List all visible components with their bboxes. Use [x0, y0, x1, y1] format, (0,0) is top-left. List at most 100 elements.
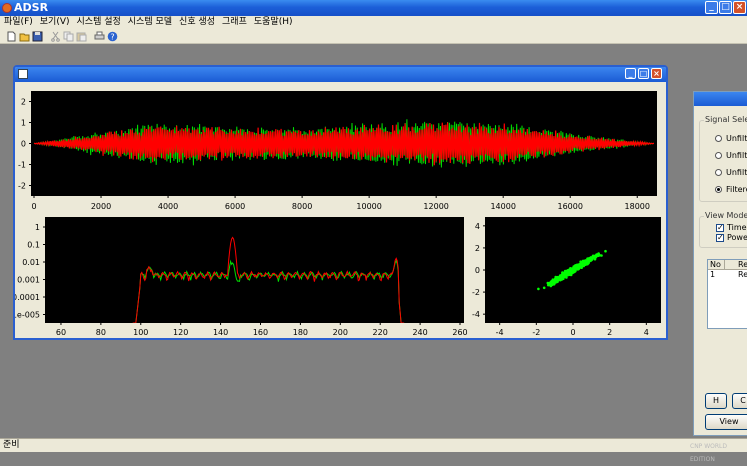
- list-header-result[interactable]: Re: [724, 260, 747, 270]
- spectrum-x-tick-label: 120: [173, 328, 188, 337]
- time-x-tick-label: 14000: [490, 202, 515, 211]
- scatter-x-tick-label: -4: [496, 328, 504, 337]
- radio-unfiltered-1[interactable]: [715, 135, 722, 142]
- open-icon[interactable]: [19, 31, 30, 42]
- spectrum-x-tick-label: 220: [373, 328, 388, 337]
- spectrum-plot-axes: 60 80 100 120 140 160 180 200 220 240 26010.10.010…: [15, 223, 468, 337]
- child-minimize-button[interactable]: _: [625, 68, 636, 79]
- radio-label-1: Unfilter: [726, 134, 747, 143]
- checkbox-time-history[interactable]: ✓: [716, 224, 724, 232]
- radio-label-4: Filtered: [726, 185, 747, 194]
- spectrum-x-tick-label: 60: [56, 328, 66, 337]
- radio-label-3: Unfilter: [726, 168, 747, 177]
- time-x-tick-label: 4000: [158, 202, 178, 211]
- app-title-bar: ADSR: [0, 0, 747, 16]
- new-icon[interactable]: [6, 31, 17, 42]
- scatter-y-tick-label: 2: [475, 244, 480, 253]
- window-icon: [18, 69, 28, 79]
- spectrum-y-tick-label: 1e-005: [15, 311, 40, 320]
- view-button[interactable]: View: [705, 414, 747, 430]
- spectrum-x-tick-label: 180: [293, 328, 308, 337]
- list-item-no: 1: [710, 270, 716, 279]
- copy-icon[interactable]: [63, 31, 74, 42]
- scatter-plot-axes: -4 -2 0 2 4 4 2 0 -2 -4: [472, 222, 649, 337]
- paste-icon[interactable]: [76, 31, 87, 42]
- menu-bar: 파일(F) 보기(V) 시스템 설정 시스템 모델 신호 생성 그래프 도움말(H): [0, 16, 747, 29]
- list-header: No Re: [708, 260, 747, 270]
- control-panel: Signal Selecti Unfilter Unfilter Unfilte…: [693, 91, 747, 436]
- cut-icon[interactable]: [50, 31, 61, 42]
- menu-signal-generation[interactable]: 신호 생성: [175, 16, 218, 29]
- scatter-y-tick-label: 4: [475, 222, 480, 231]
- spectrum-x-tick-label: 80: [96, 328, 106, 337]
- list-header-no[interactable]: No: [710, 260, 721, 270]
- time-x-tick-label: 12000: [423, 202, 448, 211]
- svg-text:?: ?: [110, 33, 114, 42]
- spectrum-y-tick-label: 0.01: [22, 258, 40, 267]
- maximize-button[interactable]: □: [719, 1, 732, 14]
- app-icon: [2, 3, 12, 13]
- scatter-x-tick-label: 4: [644, 328, 649, 337]
- menu-help[interactable]: 도움말(H): [250, 16, 296, 29]
- print-icon[interactable]: [94, 31, 105, 42]
- spectrum-x-tick-label: 200: [333, 328, 348, 337]
- spectrum-y-tick-label: 0.001: [17, 276, 40, 285]
- scatter-x-tick-label: 0: [570, 328, 575, 337]
- h-button[interactable]: H: [705, 393, 727, 409]
- time-plot-axes: 0 2000 4000 6000 8000 10000 12000 14000 16000 180…: [18, 98, 650, 212]
- signal-selection-title: Signal Selecti: [704, 115, 747, 124]
- view-mode-group: View Mode: [699, 211, 747, 248]
- scatter-x-tick-label: -2: [532, 328, 540, 337]
- menu-view[interactable]: 보기(V): [36, 16, 73, 29]
- time-x-tick-label: 10000: [356, 202, 381, 211]
- time-y-tick-label: -2: [18, 182, 26, 191]
- list-item[interactable]: 1 Re: [708, 270, 747, 280]
- radio-unfiltered-2[interactable]: [715, 152, 722, 159]
- time-x-tick-label: 8000: [292, 202, 312, 211]
- scatter-y-tick-label: -2: [472, 288, 480, 297]
- status-bar: 준비 CNP WORLD EDITION: [0, 438, 747, 463]
- time-y-tick-label: -1: [18, 161, 26, 170]
- menu-file[interactable]: 파일(F): [0, 16, 36, 29]
- time-y-tick-label: 1: [21, 119, 26, 128]
- menu-graph[interactable]: 그래프: [218, 16, 250, 29]
- close-button[interactable]: ×: [733, 1, 746, 14]
- time-y-tick-label: 0: [21, 140, 26, 149]
- menu-system-settings[interactable]: 시스템 설정: [73, 16, 124, 29]
- app-title: ADSR: [14, 1, 49, 14]
- time-x-tick-label: 6000: [225, 202, 245, 211]
- spectrum-x-tick-label: 160: [253, 328, 268, 337]
- minimize-button[interactable]: _: [705, 1, 718, 14]
- list-item-result: Re: [738, 270, 747, 279]
- radio-label-2: Unfilter: [726, 151, 747, 160]
- child-maximize-button[interactable]: □: [638, 68, 649, 79]
- save-icon[interactable]: [32, 31, 43, 42]
- time-x-tick-label: 2000: [91, 202, 111, 211]
- spectrum-x-tick-label: 240: [412, 328, 427, 337]
- check-label-power: Power S: [727, 233, 747, 242]
- spectrum-x-tick-label: 140: [213, 328, 228, 337]
- c-button[interactable]: C: [732, 393, 747, 409]
- help-icon[interactable]: ?: [107, 31, 118, 42]
- scatter-x-tick-label: 2: [607, 328, 612, 337]
- child-close-button[interactable]: ×: [651, 68, 662, 79]
- check-label-time: Time Ho: [727, 223, 747, 232]
- time-x-tick-label: 0: [31, 202, 36, 211]
- view-mode-title: View Mode: [704, 211, 747, 220]
- time-y-tick-label: 2: [21, 98, 26, 107]
- time-x-tick-label: 16000: [557, 202, 582, 211]
- result-list[interactable]: No Re 1 Re: [707, 259, 747, 329]
- spectrum-y-tick-label: 1: [35, 223, 40, 232]
- menu-system-model[interactable]: 시스템 모델: [124, 16, 175, 29]
- radio-filtered[interactable]: [715, 186, 722, 193]
- checkbox-power-spectrum[interactable]: ✓: [716, 234, 724, 242]
- plot-window: _ □ × 0 2000 4000 6000 8000 10000 12000 14000 16…: [13, 65, 668, 340]
- toolbar: ?: [0, 29, 747, 44]
- control-panel-titlebar[interactable]: [694, 92, 747, 106]
- spectrum-y-tick-label: 0.1: [27, 241, 40, 250]
- status-text: 준비: [3, 440, 20, 450]
- time-x-tick-label: 18000: [625, 202, 650, 211]
- radio-unfiltered-3[interactable]: [715, 169, 722, 176]
- plot-window-titlebar[interactable]: [15, 67, 666, 82]
- watermark: CNP WORLD EDITION: [690, 443, 727, 463]
